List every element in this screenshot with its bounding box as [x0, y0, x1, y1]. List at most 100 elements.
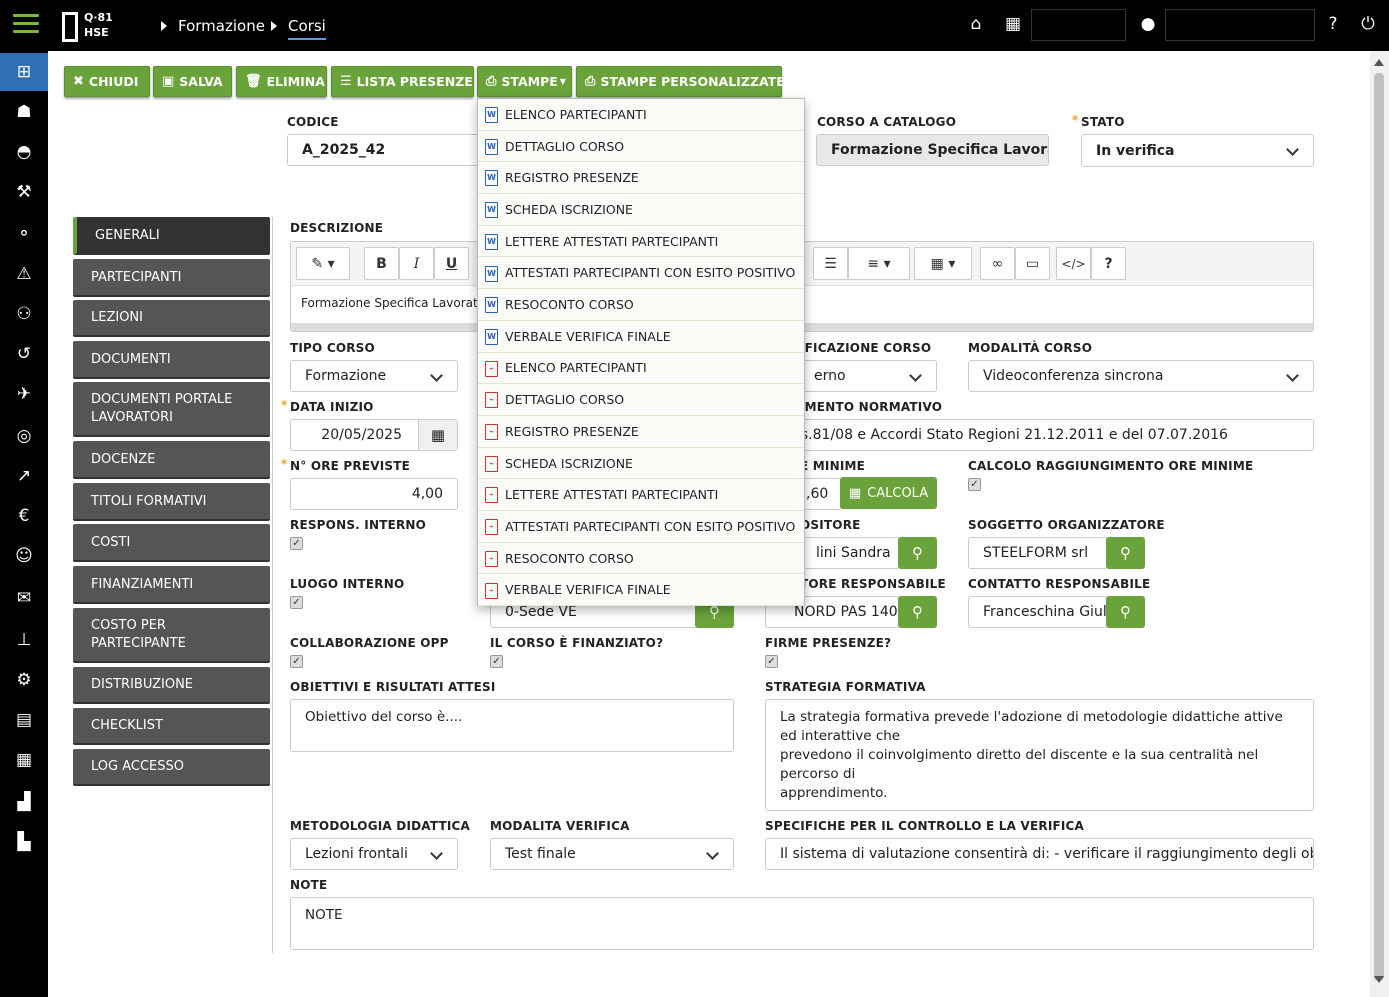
cost-icon[interactable]: €	[0, 497, 48, 535]
save-button[interactable]: ▣ SALVA	[153, 66, 232, 97]
calendar-icon[interactable]: ▦	[418, 420, 457, 450]
menu-item-pdf[interactable]: ⌁ REGISTRO PRESENZE	[478, 416, 804, 448]
home-icon[interactable]: ⌂	[965, 13, 987, 35]
modalita-verifica-select[interactable]: Test finale	[490, 838, 734, 870]
industry-icon[interactable]: ▙	[0, 823, 48, 861]
helmet-icon[interactable]: ◓	[0, 133, 48, 171]
help-icon[interactable]: ?	[1091, 247, 1126, 280]
menu-item-word[interactable]: W SCHEDA ISCRIZIONE	[478, 194, 804, 226]
sitemap-icon[interactable]: ⊥	[0, 621, 48, 659]
calcolo-ore-checkbox[interactable]: ✓	[968, 478, 981, 491]
luogo-interno-checkbox[interactable]: ✓	[290, 596, 303, 609]
calendar-icon[interactable]: ▦	[0, 741, 48, 779]
magic-wand-icon[interactable]: ✎ ▾	[296, 247, 350, 280]
organization-icon[interactable]: ⊞	[0, 53, 48, 91]
user-icon[interactable]: ●	[1137, 13, 1159, 35]
history-icon[interactable]: ↺	[0, 335, 48, 373]
menu-item-word[interactable]: W REGISTRO PRESENZE	[478, 162, 804, 195]
factory-icon[interactable]: ▟	[0, 783, 48, 821]
tab-finanziamenti[interactable]: FINANZIAMENTI	[73, 566, 270, 604]
close-button[interactable]: ✖ CHIUDI	[64, 66, 150, 97]
contatto-resp-field[interactable]: Franceschina Giul	[968, 596, 1108, 628]
scrollbar-thumb[interactable]	[1374, 73, 1384, 981]
tab-titoli-formativi[interactable]: TITOLI FORMATIVI	[73, 483, 270, 521]
menu-item-pdf[interactable]: ⌁ LETTERE ATTESTATI PARTECIPANTI	[478, 479, 804, 512]
collaborazione-checkbox[interactable]: ✓	[290, 655, 303, 668]
app-logo[interactable]: Q·81 HSE	[62, 10, 113, 44]
tab-log-accesso[interactable]: LOG ACCESSO	[73, 749, 270, 786]
scroll-down-icon[interactable]	[1374, 976, 1384, 983]
building-icon[interactable]: ▦	[1002, 13, 1024, 35]
tab-documenti[interactable]: DOCUMENTI	[73, 341, 270, 379]
eye-icon[interactable]: ◎	[0, 417, 48, 455]
menu-item-word[interactable]: W LETTERE ATTESTATI PARTECIPANTI	[478, 225, 804, 258]
process-icon[interactable]: ⚬	[0, 215, 48, 253]
tab-costo-per-partecipante[interactable]: COSTO PER PARTECIPANTE	[73, 608, 270, 663]
custom-prints-button[interactable]: ⎙ STAMPE PERSONALIZZATE ▼	[576, 66, 793, 97]
search-icon[interactable]: ⚲	[898, 596, 937, 628]
firme-checkbox[interactable]: ✓	[765, 655, 778, 668]
bold-icon[interactable]: B	[364, 247, 399, 280]
menu-item-word[interactable]: W RESOCONTO CORSO	[478, 289, 804, 321]
menu-item-pdf[interactable]: ⌁ ELENCO PARTECIPANTI	[478, 352, 804, 385]
soggetto-org-field[interactable]: STEELFORM srl	[968, 537, 1108, 569]
menu-item-pdf[interactable]: ⌁ ATTESTATI PARTECIPANTI CON ESITO POSITI…	[478, 511, 804, 543]
menu-item-word[interactable]: W VERBALE VERIFICA FINALE	[478, 320, 804, 353]
breadcrumb-corsi[interactable]: Corsi	[288, 17, 326, 40]
tab-docenze[interactable]: DOCENZE	[73, 441, 270, 479]
tab-generali[interactable]: GENERALI	[73, 217, 270, 255]
descrizione-text[interactable]: Formazione Specifica Lavoratori -	[301, 296, 501, 310]
tab-partecipanti[interactable]: PARTECIPANTI	[73, 259, 270, 297]
breadcrumb-formazione[interactable]: Formazione	[178, 17, 265, 35]
note-textarea[interactable]: NOTE	[290, 897, 1314, 950]
link-icon[interactable]: ∞	[980, 247, 1015, 280]
underline-icon[interactable]: U	[434, 247, 469, 280]
company-selector[interactable]	[1031, 9, 1126, 41]
delete-button[interactable]: 🗑 ELIMINA	[236, 66, 327, 97]
tipo-corso-select[interactable]: Formazione	[290, 360, 458, 392]
scrollbar[interactable]	[1370, 51, 1389, 997]
tab-distribuzione[interactable]: DISTRIBUZIONE	[73, 667, 270, 704]
codice-field[interactable]: A_2025_42	[287, 134, 487, 166]
attendance-list-button[interactable]: ☰ LISTA PRESENZE	[331, 66, 474, 97]
tab-lezioni[interactable]: LEZIONI	[73, 300, 270, 337]
menu-icon[interactable]	[13, 14, 39, 34]
help-icon[interactable]: ?	[1322, 13, 1344, 35]
stato-select[interactable]: In verifica	[1081, 134, 1314, 167]
tab-costi[interactable]: COSTI	[73, 524, 270, 562]
modalita-corso-select[interactable]: Videoconferenza sincrona	[968, 360, 1314, 392]
settings-icon[interactable]: ⚙	[0, 661, 48, 699]
menu-item-word[interactable]: W ELENCO PARTECIPANTI	[478, 99, 804, 131]
finanziato-checkbox[interactable]: ✓	[490, 655, 503, 668]
register-icon[interactable]: ▤	[0, 701, 48, 739]
chat-icon[interactable]: ✉	[0, 579, 48, 617]
specifiche-field[interactable]: Il sistema di valutazione consentirà di:…	[765, 838, 1314, 870]
obiettivi-textarea[interactable]: Obiettivo del corso è....	[290, 699, 734, 752]
calcola-button[interactable]: ▦ CALCOLA	[840, 477, 937, 509]
user-name-box[interactable]	[1165, 9, 1315, 41]
menu-item-pdf[interactable]: ⌁ SCHEDA ISCRIZIONE	[478, 447, 804, 480]
power-icon[interactable]: ⏻	[1357, 13, 1379, 35]
strategia-textarea[interactable]: La strategia formativa prevede l'adozion…	[765, 699, 1314, 811]
search-icon[interactable]: ⚲	[1106, 596, 1145, 628]
tools-icon[interactable]: ✈	[0, 375, 48, 413]
worker-icon[interactable]: ☗	[0, 93, 48, 131]
ore-previste-field[interactable]: 4,00	[290, 478, 458, 510]
menu-item-word[interactable]: W DETTAGLIO CORSO	[478, 130, 804, 163]
menu-item-pdf[interactable]: ⌁ DETTAGLIO CORSO	[478, 384, 804, 416]
network-icon[interactable]: ⚇	[0, 295, 48, 333]
code-icon[interactable]: </>	[1056, 247, 1091, 280]
tab-checklist[interactable]: CHECKLIST	[73, 708, 270, 745]
respons-interno-checkbox[interactable]: ✓	[290, 537, 303, 550]
italic-icon[interactable]: I	[399, 247, 434, 280]
machine-icon[interactable]: ⚒	[0, 173, 48, 211]
image-icon[interactable]: ▭	[1015, 247, 1050, 280]
prints-dropdown-button[interactable]: ⎙ STAMPE ▼	[477, 66, 572, 97]
riferimento-field[interactable]: gs.81/08 e Accordi Stato Regioni 21.12.2…	[765, 419, 1314, 451]
tab-documenti-portale[interactable]: DOCUMENTI PORTALE LAVORATORI	[73, 382, 270, 437]
table-icon[interactable]: ▦ ▾	[914, 247, 972, 280]
search-icon[interactable]: ⚲	[898, 537, 937, 569]
align-icon[interactable]: ≡ ▾	[848, 247, 910, 280]
scroll-up-icon[interactable]	[1374, 59, 1384, 66]
metodologia-select[interactable]: Lezioni frontali	[290, 838, 458, 870]
